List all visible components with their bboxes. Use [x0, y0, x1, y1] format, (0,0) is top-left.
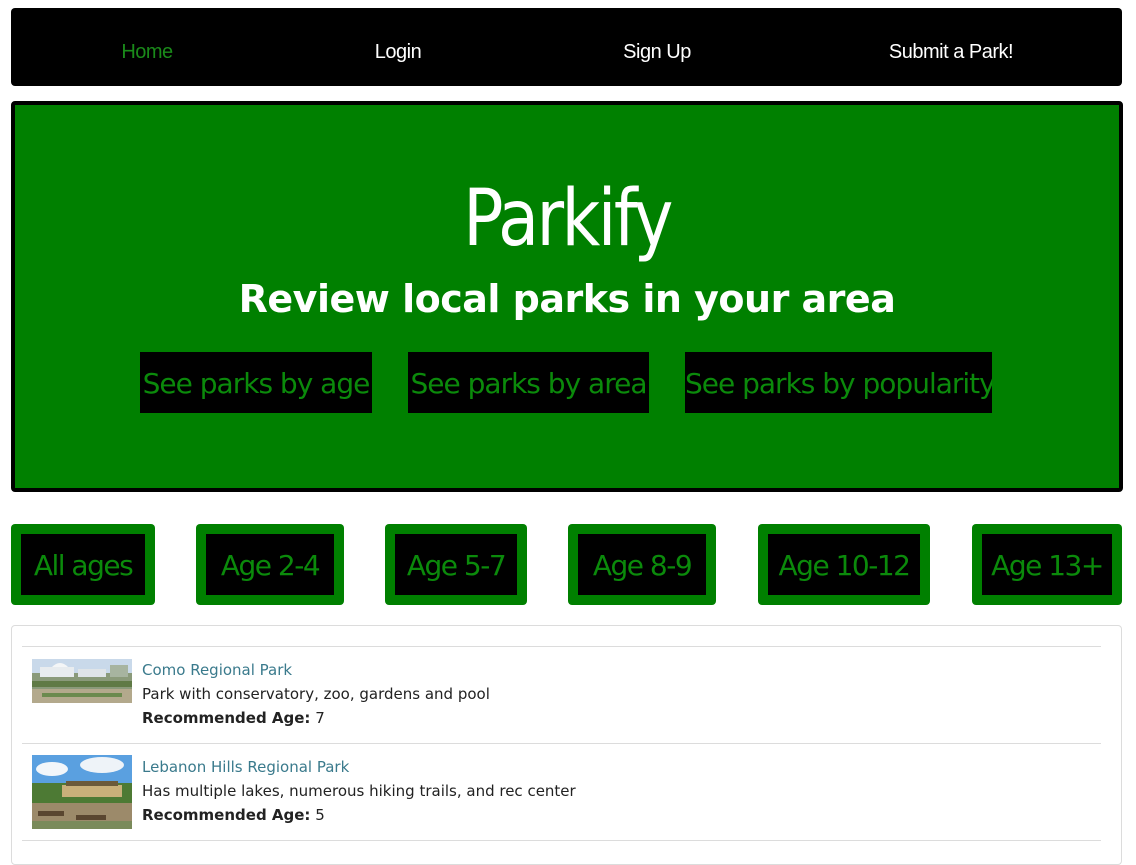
- park-description: Park with conservatory, zoo, gardens and…: [142, 685, 490, 703]
- site-tagline: Review local parks in your area: [238, 277, 896, 321]
- parks-by-popularity-button[interactable]: See parks by popularity: [685, 352, 992, 413]
- age-filter-5-7[interactable]: Age 5-7: [385, 524, 527, 605]
- park-name-link[interactable]: Lebanon Hills Regional Park: [142, 758, 349, 776]
- nav-login-link[interactable]: Login: [375, 8, 422, 86]
- age-filter-label: All ages: [21, 534, 145, 595]
- recommended-age: Recommended Age: 5: [142, 806, 325, 824]
- age-filter-label: Age 2-4: [206, 534, 334, 595]
- site-title: Parkify: [463, 174, 673, 264]
- age-filter-label: Age 10-12: [768, 534, 920, 595]
- recommended-age-label: Recommended Age:: [142, 709, 311, 727]
- age-filter-10-12[interactable]: Age 10-12: [758, 524, 930, 605]
- park-name-link[interactable]: Como Regional Park: [142, 661, 292, 679]
- recommended-age-value: 5: [315, 806, 325, 824]
- nav-submit-park-link[interactable]: Submit a Park!: [889, 8, 1014, 86]
- park-list: Como Regional Park Park with conservator…: [11, 625, 1122, 865]
- list-item: Como Regional Park Park with conservator…: [22, 646, 1101, 743]
- age-filter-13-plus[interactable]: Age 13+: [972, 524, 1122, 605]
- age-filter-all[interactable]: All ages: [11, 524, 155, 605]
- park-description: Has multiple lakes, numerous hiking trai…: [142, 782, 576, 800]
- park-thumbnail: [32, 755, 132, 829]
- age-filter-2-4[interactable]: Age 2-4: [196, 524, 344, 605]
- list-item: Lebanon Hills Regional Park Has multiple…: [22, 743, 1101, 840]
- recommended-age-value: 7: [315, 709, 325, 727]
- top-nav: Home Login Sign Up Submit a Park!: [11, 8, 1122, 86]
- park-thumbnail: [32, 659, 132, 703]
- age-filter-label: Age 13+: [982, 534, 1112, 595]
- parks-by-area-button[interactable]: See parks by area: [408, 352, 649, 413]
- list-divider: [22, 840, 1101, 861]
- recommended-age-label: Recommended Age:: [142, 806, 311, 824]
- age-filter-8-9[interactable]: Age 8-9: [568, 524, 716, 605]
- age-filter-label: Age 5-7: [395, 534, 517, 595]
- hero-banner: Parkify Review local parks in your area …: [11, 101, 1123, 492]
- parks-by-age-button[interactable]: See parks by age: [140, 352, 372, 413]
- age-filter-label: Age 8-9: [578, 534, 706, 595]
- nav-home-link[interactable]: Home: [121, 8, 173, 86]
- nav-signup-link[interactable]: Sign Up: [623, 8, 691, 86]
- recommended-age: Recommended Age: 7: [142, 709, 325, 727]
